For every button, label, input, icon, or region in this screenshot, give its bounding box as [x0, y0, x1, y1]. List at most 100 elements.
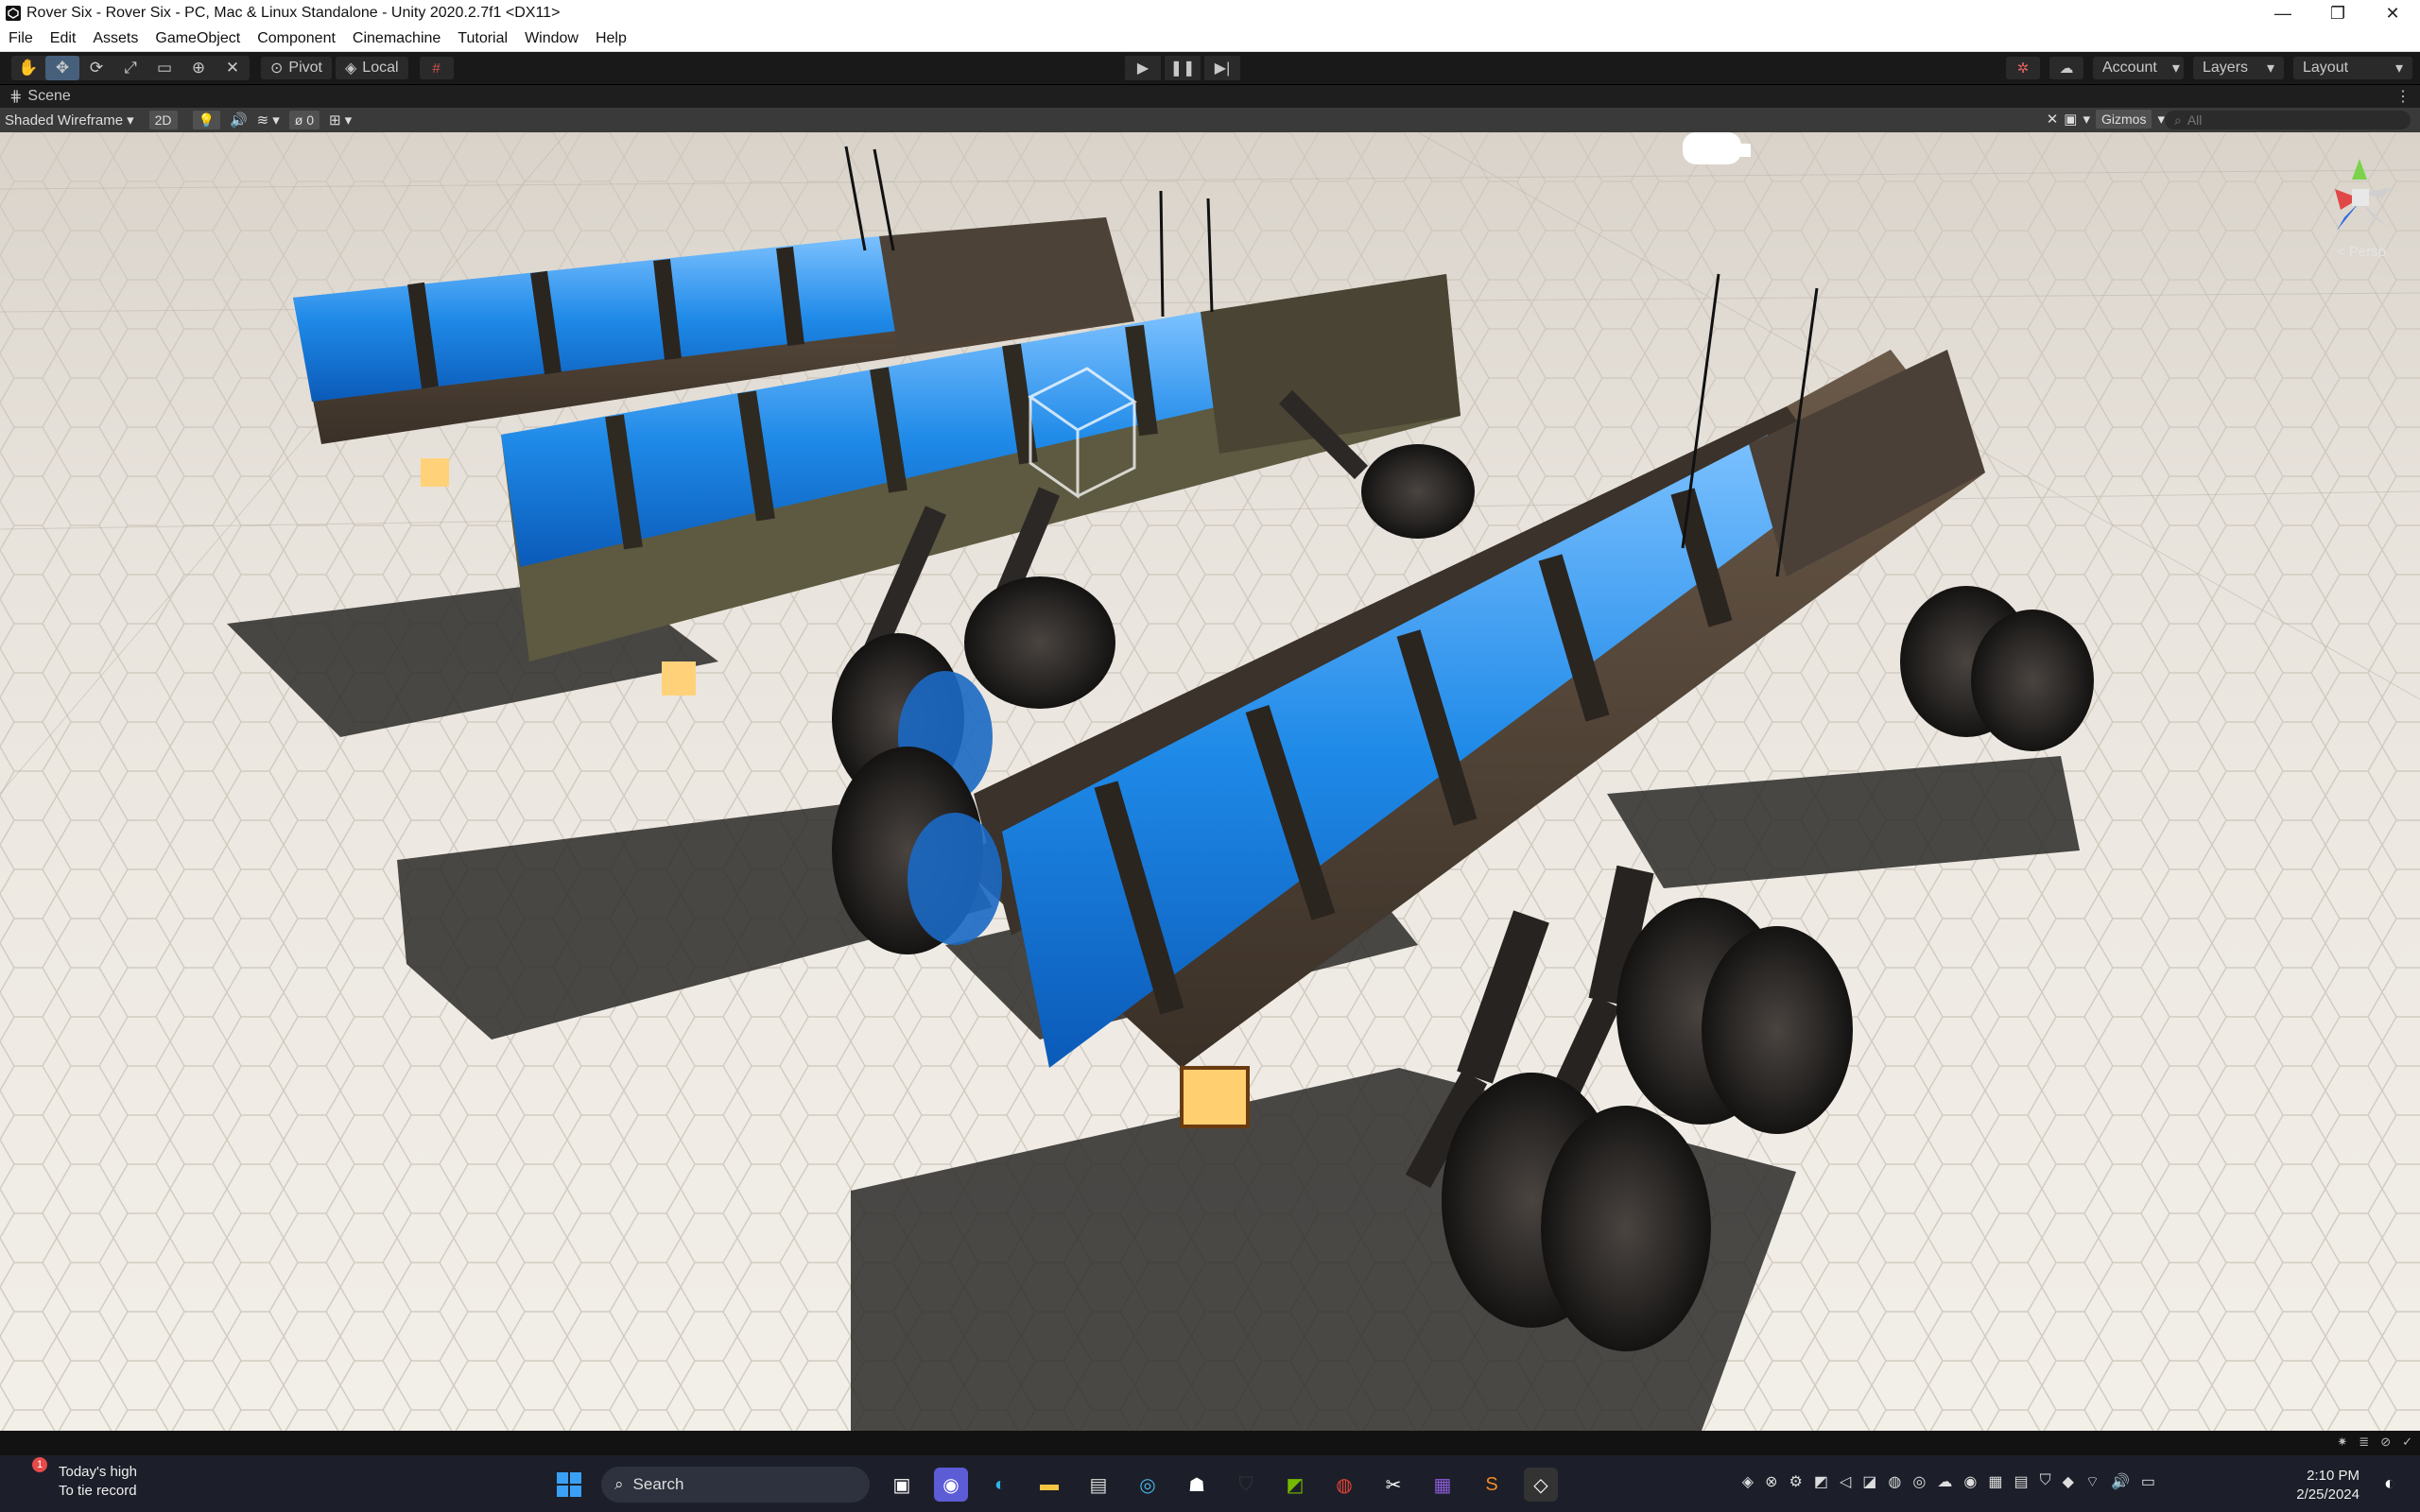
hand-tool-icon[interactable]: ✋ — [11, 56, 45, 80]
pause-icon[interactable]: ❚❚ — [1165, 56, 1201, 80]
custom-tool-icon[interactable]: ✕ — [216, 56, 250, 80]
local-toggle[interactable]: ◈ Local — [335, 57, 408, 79]
account-dropdown[interactable]: Account ▾ — [2093, 57, 2184, 79]
more-options-icon[interactable]: ⋮ — [2395, 87, 2411, 106]
menu-window[interactable]: Window — [516, 26, 587, 51]
scene-search-input[interactable]: ⌕ All — [2165, 111, 2411, 129]
mcafee-icon[interactable]: ⛉ — [2040, 1472, 2051, 1491]
wifi-icon[interactable]: ⌔ — [2085, 1472, 2100, 1491]
rotate-tool-icon[interactable]: ⟳ — [79, 56, 113, 80]
store-icon[interactable]: ▤ — [1081, 1468, 1115, 1502]
check-icon[interactable]: ✓ — [2402, 1435, 2412, 1450]
menu-component[interactable]: Component — [249, 26, 344, 51]
system-tray: ◈ ⊗ ⚙ ◩ ◁ ◪ ◍ ◎ ☁ ◉ ▦ ▤ ⛉ ◆ ⌔ 🔊 ▭ — [1742, 1472, 2155, 1491]
effects-toggle-icon[interactable]: ≋ — [257, 112, 269, 129]
gizmos-dropdown[interactable]: Gizmos — [2096, 110, 2152, 129]
unity-icon[interactable]: ◇ — [1524, 1468, 1558, 1502]
tray-app-icon[interactable]: ▦ — [1988, 1472, 2002, 1491]
projection-label[interactable]: < Persp — [2337, 244, 2386, 260]
rect-tool-icon[interactable]: ▭ — [147, 56, 182, 80]
sublime-icon[interactable]: S — [1475, 1468, 1509, 1502]
transform-tool-icon[interactable]: ⊕ — [182, 56, 216, 80]
tray-app-icon[interactable]: ◎ — [1912, 1472, 1926, 1491]
notification-icon[interactable]: ◐ — [2373, 1467, 2407, 1501]
tray-app-icon[interactable]: ⚙ — [1789, 1472, 1803, 1491]
chevron-down-icon: ▾ — [2266, 60, 2274, 77]
collab-icon[interactable]: ✲ — [2006, 57, 2040, 79]
grid-toggle-icon[interactable]: ⊞ — [329, 112, 341, 129]
tray-app-icon[interactable]: ◆ — [2063, 1472, 2074, 1491]
vs-icon[interactable]: ◁ — [1840, 1472, 1851, 1491]
audio-toggle-icon[interactable]: 🔊 — [230, 112, 248, 129]
media-icon[interactable]: ▦ — [1426, 1468, 1460, 1502]
chevron-down-icon[interactable]: ▾ — [272, 112, 280, 129]
pivot-toggle[interactable]: ⊙ Pivot — [261, 57, 332, 79]
battery-icon[interactable]: ▭ — [2141, 1472, 2155, 1491]
edge-icon[interactable]: ◐ — [983, 1468, 1017, 1502]
weather-widget[interactable]: 1 Today's high To tie record — [23, 1457, 137, 1501]
bug-icon[interactable]: ✷ — [2337, 1435, 2347, 1450]
move-tool-icon[interactable]: ✥ — [45, 56, 79, 80]
alien-app-icon[interactable]: ☗ — [1180, 1468, 1214, 1502]
steam-icon[interactable]: ◉ — [1963, 1472, 1977, 1491]
tab-scene[interactable]: ⋕ Scene — [0, 87, 71, 106]
scene-tab-label: Scene — [27, 88, 71, 104]
browser-icon[interactable]: ◎ — [1131, 1468, 1165, 1502]
snipping-tool-icon[interactable]: ✂ — [1376, 1468, 1410, 1502]
draw-mode-dropdown[interactable]: Shaded Wireframe ▾ — [0, 110, 139, 130]
taskbar-search-input[interactable]: ⌕ Search — [601, 1467, 870, 1503]
account-label: Account — [2102, 60, 2157, 76]
menu-edit[interactable]: Edit — [42, 26, 85, 51]
chevron-down-icon: ▾ — [2171, 60, 2180, 77]
menu-tutorial[interactable]: Tutorial — [449, 26, 516, 51]
chevron-down-icon[interactable]: ▾ — [2157, 111, 2165, 128]
draw-mode-label: Shaded Wireframe — [5, 112, 124, 129]
clock[interactable]: 2:10 PM 2/25/2024 — [2296, 1467, 2360, 1504]
teams-icon[interactable]: ◉ — [934, 1468, 968, 1502]
hidden-icon[interactable]: ⊘ — [2380, 1435, 2391, 1450]
nvidia-icon[interactable]: ◩ — [1278, 1468, 1312, 1502]
chrome-icon[interactable]: ◍ — [1327, 1468, 1361, 1502]
task-view-icon[interactable]: ▣ — [885, 1468, 919, 1502]
hidden-objects-toggle[interactable]: ø 0 — [288, 111, 320, 129]
maximize-button[interactable]: ❐ — [2310, 0, 2365, 26]
menu-assets[interactable]: Assets — [84, 26, 147, 51]
layout-dropdown[interactable]: Layout ▾ — [2293, 57, 2412, 79]
menu-bar: File Edit Assets GameObject Component Ci… — [0, 26, 2420, 52]
nvidia-tray-icon[interactable]: ◩ — [1814, 1472, 1828, 1491]
title-bar: Rover Six - Rover Six - PC, Mac & Linux … — [0, 0, 2420, 26]
chevron-down-icon[interactable]: ▾ — [2083, 111, 2090, 128]
layers-dropdown[interactable]: Layers ▾ — [2193, 57, 2284, 79]
minimize-button[interactable]: — — [2256, 0, 2310, 26]
scene-viewport[interactable]: < Persp — [0, 132, 2420, 1431]
weather-line1: Today's high — [59, 1464, 137, 1480]
xbox-icon[interactable]: ⊗ — [1765, 1472, 1777, 1491]
scale-tool-icon[interactable]: ⤢ — [113, 56, 147, 80]
shield-icon[interactable]: ⛉ — [1229, 1468, 1263, 1502]
menu-help[interactable]: Help — [587, 26, 635, 51]
windows-start-icon[interactable] — [552, 1468, 586, 1502]
green-app-icon[interactable]: ◪ — [1862, 1472, 1876, 1491]
menu-gameobject[interactable]: GameObject — [147, 26, 249, 51]
menu-file[interactable]: File — [0, 26, 42, 51]
camera-icon[interactable]: ▣ — [2064, 111, 2077, 128]
tools-settings-icon[interactable]: ✕ — [2047, 111, 2059, 128]
close-button[interactable]: ✕ — [2365, 0, 2420, 26]
db-icon[interactable]: ≣ — [2359, 1435, 2369, 1450]
onedrive-icon[interactable]: ☁ — [1937, 1472, 1952, 1491]
chevron-down-icon[interactable]: ▾ — [345, 112, 353, 129]
lighting-toggle-icon[interactable]: 💡 — [192, 111, 220, 129]
search-icon: ⌕ — [614, 1475, 624, 1493]
teams-tray-icon[interactable]: ▤ — [2014, 1472, 2028, 1491]
menu-cinemachine[interactable]: Cinemachine — [344, 26, 449, 51]
chrome-tray-icon[interactable]: ◍ — [1888, 1472, 1901, 1491]
play-icon[interactable]: ▶ — [1125, 56, 1161, 80]
step-icon[interactable]: ▶| — [1204, 56, 1240, 80]
grid-snap-icon[interactable]: # — [419, 57, 454, 79]
volume-icon[interactable]: 🔊 — [2111, 1472, 2130, 1491]
toggle-2d-button[interactable]: 2D — [148, 111, 178, 129]
tray-app-icon[interactable]: ◈ — [1742, 1472, 1754, 1491]
chevron-down-icon: ▾ — [2394, 60, 2403, 77]
cloud-icon[interactable]: ☁ — [2049, 57, 2083, 79]
file-explorer-icon[interactable]: ▬ — [1032, 1468, 1066, 1502]
